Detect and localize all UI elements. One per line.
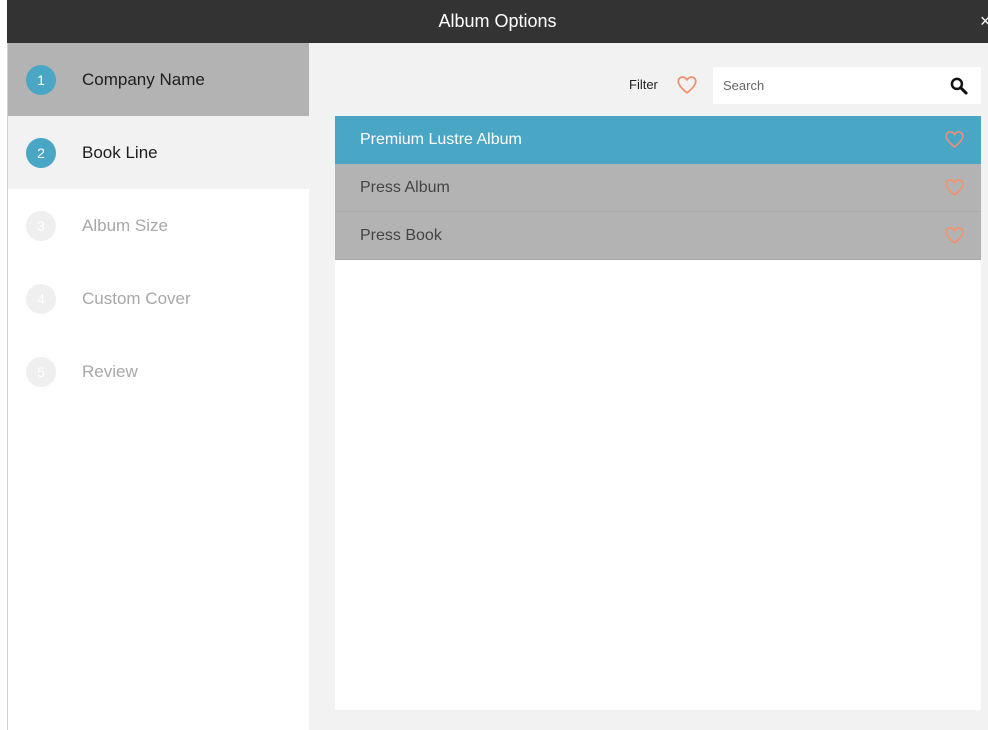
step-label: Album Size (82, 215, 168, 235)
step-label: Review (82, 361, 138, 381)
search-box (713, 67, 981, 104)
step-label: Book Line (82, 142, 158, 162)
list-item[interactable]: Premium Lustre Album (335, 116, 981, 164)
search-icon[interactable] (949, 76, 969, 96)
step-number-badge: 5 (26, 356, 56, 387)
step-number-badge: 3 (26, 210, 56, 241)
main-panel: Filter Premium Lustre Album Press Album … (309, 43, 988, 730)
heart-outline-icon[interactable] (944, 225, 965, 246)
book-line-list: Premium Lustre Album Press Album Press B… (335, 116, 981, 710)
step-number-badge: 2 (26, 137, 56, 168)
search-input[interactable] (723, 67, 923, 104)
filter-label: Filter (629, 77, 658, 92)
heart-outline-icon[interactable] (944, 129, 965, 150)
filter-favorites-heart-icon[interactable] (676, 74, 698, 96)
list-item[interactable]: Press Album (335, 164, 981, 212)
list-item-name: Press Album (360, 178, 450, 196)
step-label: Company Name (82, 69, 205, 89)
dialog-header: Album Options × (7, 0, 988, 43)
step-book-line[interactable]: 2 Book Line (8, 116, 310, 189)
close-button[interactable]: × (980, 0, 988, 43)
list-item[interactable]: Press Book (335, 212, 981, 260)
step-review[interactable]: 5 Review (8, 335, 310, 408)
step-label: Custom Cover (82, 288, 191, 308)
step-album-size[interactable]: 3 Album Size (8, 189, 310, 262)
steps-sidebar: 1 Company Name 2 Book Line 3 Album Size … (7, 43, 310, 730)
heart-outline-icon[interactable] (944, 177, 965, 198)
step-company-name[interactable]: 1 Company Name (8, 43, 310, 116)
step-custom-cover[interactable]: 4 Custom Cover (8, 262, 310, 335)
dialog-title: Album Options (438, 11, 557, 31)
step-number-badge: 4 (26, 283, 56, 314)
step-number-badge: 1 (26, 64, 56, 95)
list-item-name: Press Book (360, 226, 442, 244)
list-item-name: Premium Lustre Album (360, 130, 522, 148)
